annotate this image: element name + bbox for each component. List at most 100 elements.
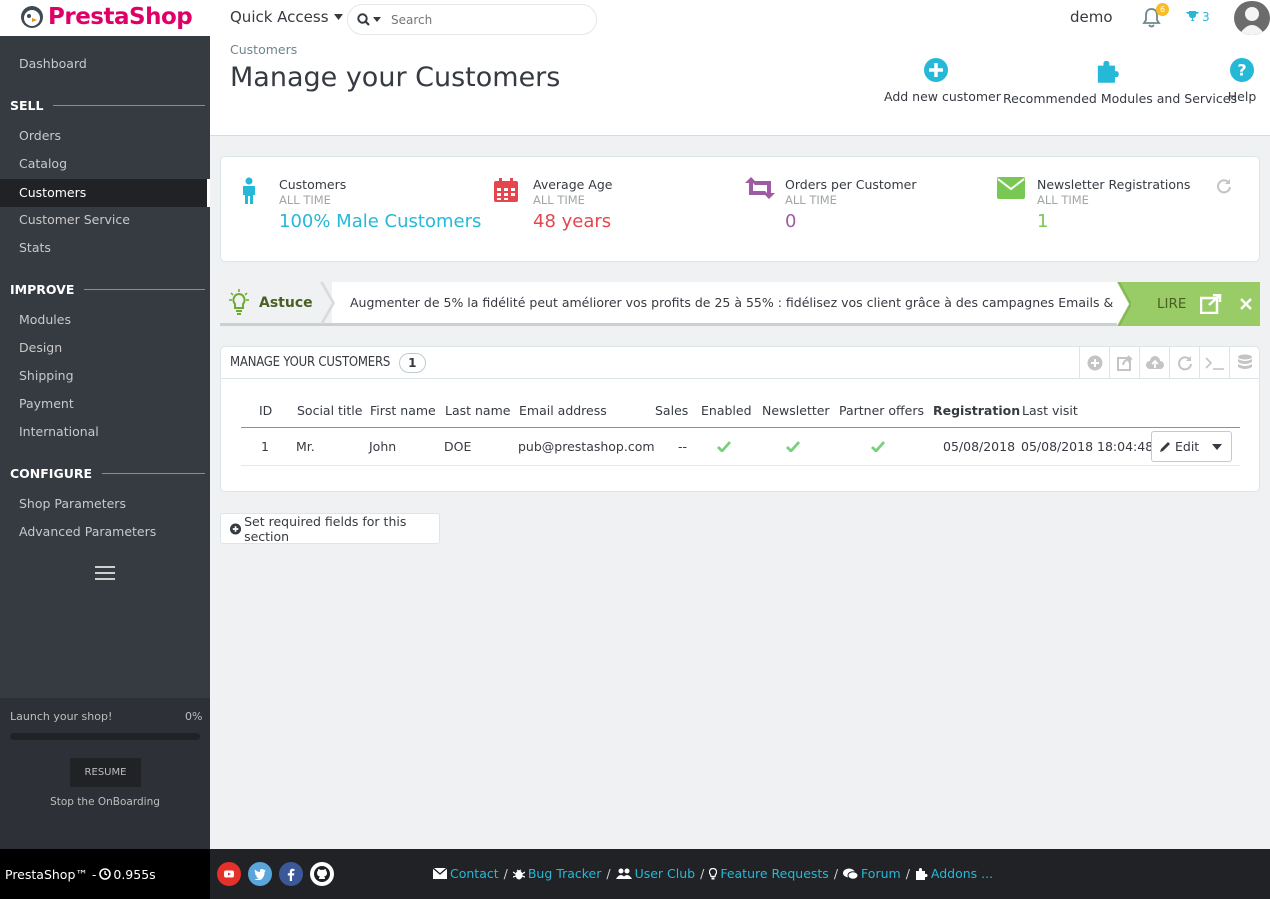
envelope-icon [997, 177, 1025, 199]
twitter-icon[interactable] [248, 862, 272, 886]
tip-arrow-icon [320, 282, 335, 324]
kpi-average-age[interactable]: Average Age ALL TIME 48 years [493, 177, 612, 232]
column-header-id[interactable]: ID [259, 403, 272, 418]
column-header-first-name[interactable]: First name [370, 403, 436, 418]
sidebar-item-dashboard[interactable]: Dashboard [0, 50, 210, 78]
kpi-newsletter-registrations[interactable]: Newsletter Registrations ALL TIME 1 [997, 177, 1190, 232]
search-icon[interactable] [357, 13, 370, 26]
footer-links: Contact / Bug Tracker / User Club / Feature… [433, 866, 993, 881]
tip-banner: Astuce Augmenter de 5% la fidélité peut … [220, 282, 1260, 326]
plus-circle-icon [924, 58, 948, 82]
divider [84, 288, 205, 290]
sidebar-item-international[interactable]: International [0, 418, 210, 446]
page-title: Manage your Customers [230, 62, 561, 93]
github-icon[interactable] [310, 862, 334, 886]
sidebar-item-advanced-parameters[interactable]: Advanced Parameters [0, 518, 210, 546]
resume-button[interactable]: RESUME [70, 758, 141, 787]
column-header-enabled[interactable]: Enabled [701, 403, 752, 418]
employee-name[interactable]: demo [1070, 8, 1113, 26]
prestashop-logo[interactable]: PrestaShop [20, 4, 193, 30]
trophy-button[interactable]: 3 [1186, 10, 1210, 24]
refresh-list-tool[interactable] [1169, 347, 1199, 379]
sidebar-item-shipping[interactable]: Shipping [0, 362, 210, 390]
footer-link-user-club[interactable]: User Club [635, 866, 696, 881]
column-header-partner-offers[interactable]: Partner offers [839, 403, 924, 418]
kpi-orders-per-customer[interactable]: Orders per Customer ALL TIME 0 [745, 177, 916, 232]
sidebar-item-catalog[interactable]: Catalog [0, 150, 210, 178]
brand-name: PrestaShop [48, 4, 193, 30]
search-bar [347, 4, 597, 35]
quick-access-menu[interactable]: Quick Access [230, 8, 343, 26]
set-required-fields-button[interactable]: Set required fields for this section [220, 513, 440, 544]
plus-circle-icon [1087, 355, 1102, 371]
retweet-icon [745, 177, 775, 199]
sidebar-item-orders[interactable]: Orders [0, 122, 210, 150]
tip-label: Astuce [259, 294, 313, 311]
section-label: CONFIGURE [10, 465, 93, 481]
sidebar-item-customers[interactable]: Customers [0, 179, 210, 207]
tip-read-button[interactable]: LIRE [1117, 282, 1260, 326]
sql-query-tool[interactable] [1199, 347, 1229, 379]
user-avatar-icon [1239, 7, 1265, 35]
column-header-sales[interactable]: Sales [655, 403, 688, 418]
partner-offers-check-icon[interactable] [871, 441, 885, 452]
sidebar-item-modules[interactable]: Modules [0, 306, 210, 334]
stop-onboarding-link[interactable]: Stop the OnBoarding [0, 796, 210, 808]
sidebar-item-stats[interactable]: Stats [0, 234, 210, 262]
menu-collapse-icon[interactable] [95, 566, 115, 584]
sidebar-section-sell: SELL [10, 95, 205, 115]
divider [102, 472, 205, 474]
footer-link-forum[interactable]: Forum [861, 866, 901, 881]
help-button[interactable]: ? Help [1226, 58, 1258, 104]
footer-link-feature-requests[interactable]: Feature Requests [720, 866, 829, 881]
sidebar-item-design[interactable]: Design [0, 334, 210, 362]
external-link-icon [1200, 294, 1222, 314]
add-customer-tool[interactable] [1079, 347, 1109, 379]
notifications-button[interactable]: 6 [1142, 3, 1169, 31]
cell-last-visit: 05/08/2018 18:04:48 [1021, 439, 1154, 454]
kpi-customers[interactable]: Customers ALL TIME 100% Male Customers [239, 177, 481, 232]
add-new-customer-button[interactable]: Add new customer [884, 58, 1001, 104]
row-actions-dropdown[interactable] [1203, 432, 1231, 461]
kpi-value: 48 years [533, 211, 612, 232]
column-header-last-visit[interactable]: Last visit [1022, 403, 1078, 418]
enabled-check-icon[interactable] [717, 441, 731, 452]
export-tool[interactable] [1109, 347, 1139, 379]
footer-link-contact[interactable]: Contact [450, 866, 499, 881]
refresh-icon[interactable] [1216, 178, 1232, 194]
sidebar-item-shop-parameters[interactable]: Shop Parameters [0, 490, 210, 518]
column-header-social-title[interactable]: Social title [297, 403, 362, 418]
edit-label: Edit [1175, 439, 1200, 454]
close-icon[interactable] [1240, 298, 1253, 310]
youtube-icon[interactable] [217, 862, 241, 886]
trophy-icon [1186, 11, 1199, 21]
search-caret-icon[interactable] [373, 17, 381, 22]
sidebar-item-payment[interactable]: Payment [0, 390, 210, 418]
footer-link-bug-tracker[interactable]: Bug Tracker [528, 866, 602, 881]
panel-toolbar [1079, 347, 1259, 379]
plus-circle-icon [230, 522, 242, 535]
database-icon [1237, 354, 1252, 369]
sql-manager-tool[interactable] [1229, 347, 1259, 379]
column-header-newsletter[interactable]: Newsletter [762, 403, 830, 418]
kpi-subtitle: ALL TIME [279, 193, 331, 207]
search-input[interactable] [391, 12, 571, 27]
recommended-modules-button[interactable]: Recommended Modules and Services [1003, 58, 1237, 106]
column-header-registration[interactable]: Registration [933, 403, 1020, 418]
kpi-title: Newsletter Registrations [1037, 177, 1191, 192]
edit-button[interactable]: Edit [1152, 432, 1203, 461]
footer-link-addons[interactable]: Addons ... [931, 866, 993, 881]
separator: / [833, 866, 839, 881]
cell-social-title: Mr. [296, 439, 315, 454]
envelope-icon [433, 868, 447, 879]
sidebar-item-customer-service[interactable]: Customer Service [0, 206, 210, 234]
separator: / [700, 866, 705, 881]
import-tool[interactable] [1139, 347, 1169, 379]
facebook-icon[interactable] [279, 862, 303, 886]
breadcrumb[interactable]: Customers [230, 42, 297, 57]
employee-avatar[interactable] [1234, 1, 1270, 35]
column-header-last-name[interactable]: Last name [445, 403, 510, 418]
column-header-email[interactable]: Email address [519, 403, 607, 418]
kpi-title: Orders per Customer [785, 177, 917, 192]
newsletter-check-icon[interactable] [786, 441, 800, 452]
